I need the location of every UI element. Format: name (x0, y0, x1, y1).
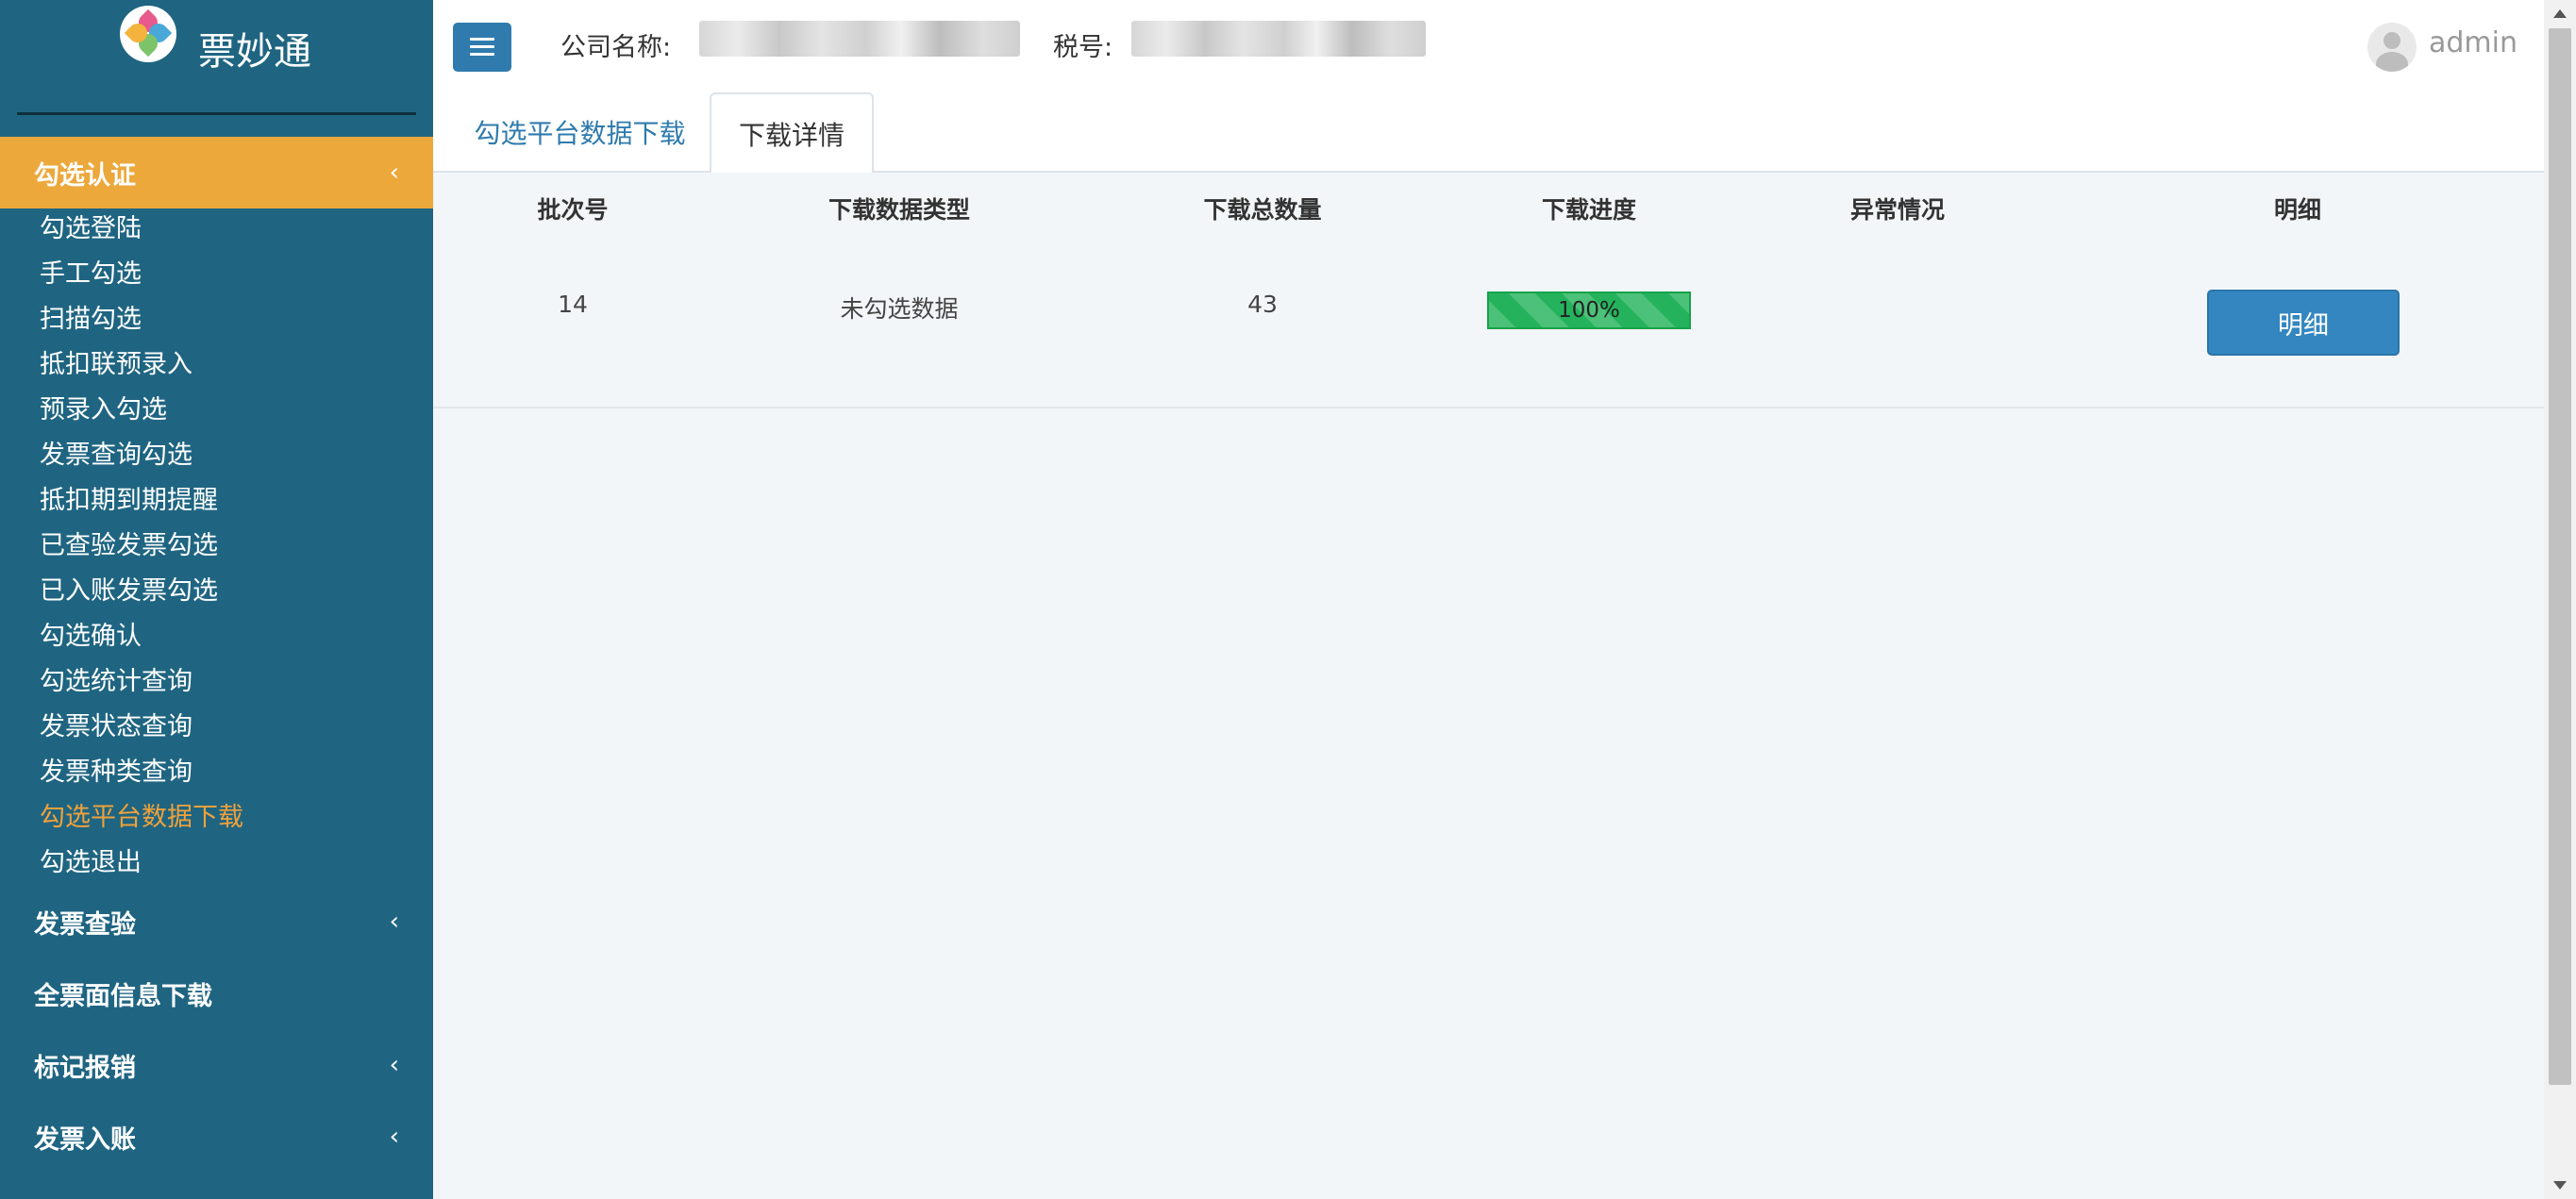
sidebar-item-deduction-pre-entry[interactable]: 抵扣联预录入 (40, 346, 192, 384)
brand: 票妙通 (0, 0, 433, 117)
sidebar-item-check-stats-query[interactable]: 勾选统计查询 (40, 663, 192, 701)
sidebar-item-pre-entry-check[interactable]: 预录入勾选 (40, 391, 167, 429)
tax-number-label: 税号: (1053, 33, 1113, 62)
sidebar-section-mark-reimburse[interactable]: 标记报销 ‹ (0, 1029, 433, 1101)
detail-button[interactable]: 明细 (2207, 290, 2400, 356)
chevron-left-icon: ‹ (389, 1123, 399, 1151)
cell-data-type: 未勾选数据 (840, 295, 959, 323)
scroll-down-arrow-icon[interactable] (2553, 1181, 2567, 1190)
tax-number-redacted (1131, 21, 1426, 57)
column-header-detail: 明细 (2273, 196, 2322, 224)
sidebar-section-invoice-verify[interactable]: 发票查验 ‹ (0, 886, 433, 958)
chevron-left-icon: ‹ (389, 908, 399, 936)
download-progress-bar: 100% (1487, 291, 1691, 329)
sidebar: 票妙通 勾选认证 ‹ 勾选登陆 手工勾选 扫描勾选 抵扣联预录入 预录入勾选 发… (0, 0, 433, 1199)
sidebar-item-invoice-status-query[interactable]: 发票状态查询 (40, 708, 192, 746)
sidebar-item-verified-invoice-check[interactable]: 已查验发票勾选 (40, 527, 218, 565)
company-name-redacted (699, 21, 1020, 57)
tab-platform-data-download[interactable]: 勾选平台数据下载 (450, 91, 710, 173)
sidebar-section-label: 发票入账 (34, 1124, 136, 1155)
sidebar-item-invoice-query-check[interactable]: 发票查询勾选 (40, 437, 192, 475)
sidebar-item-scan-check[interactable]: 扫描勾选 (40, 301, 142, 339)
hamburger-icon (470, 38, 494, 57)
sidebar-item-invoice-type-query[interactable]: 发票种类查询 (40, 754, 192, 791)
sidebar-item-deduction-expiry-reminder[interactable]: 抵扣期到期提醒 (40, 482, 218, 520)
sidebar-item-check-exit[interactable]: 勾选退出 (40, 844, 142, 882)
cell-total: 43 (1247, 291, 1278, 318)
column-header-exception: 异常情况 (1849, 196, 1946, 224)
chevron-left-icon: ‹ (389, 158, 399, 187)
sidebar-section-check-auth[interactable]: 勾选认证 ‹ (0, 137, 433, 208)
tab-download-details[interactable]: 下载详情 (710, 92, 874, 175)
sidebar-section-invoice-booking[interactable]: 发票入账 ‹ (0, 1101, 433, 1173)
company-name-label: 公司名称: (560, 33, 672, 62)
column-header-batch: 批次号 (537, 196, 609, 224)
cell-batch: 14 (558, 291, 588, 318)
sidebar-section-label: 全票面信息下载 (34, 981, 212, 1011)
sidebar-section-label: 标记报销 (34, 1053, 136, 1083)
brand-divider (17, 112, 416, 115)
logo-icon (120, 6, 176, 62)
brand-name: 票妙通 (198, 30, 311, 74)
progress-label: 100% (1558, 298, 1620, 323)
sidebar-section-label: 发票查验 (34, 909, 136, 940)
vertical-scrollbar[interactable] (2544, 0, 2576, 1199)
scroll-up-arrow-icon[interactable] (2553, 9, 2567, 18)
username[interactable]: admin (2429, 26, 2517, 59)
sidebar-item-manual-check[interactable]: 手工勾选 (40, 256, 142, 293)
tab-bar: 勾选平台数据下载 下载详情 (433, 91, 2544, 175)
chevron-left-icon: ‹ (389, 1051, 399, 1079)
sidebar-section-label: 勾选认证 (34, 160, 136, 191)
scroll-thumb[interactable] (2549, 28, 2571, 1085)
sidebar-item-booked-invoice-check[interactable]: 已入账发票勾选 (40, 573, 218, 610)
sidebar-section-full-info-download[interactable]: 全票面信息下载 (0, 958, 433, 1029)
top-header: 公司名称: 税号: admin (433, 0, 2544, 91)
sidebar-toggle-button[interactable] (453, 23, 511, 72)
download-detail-table: 批次号 下载数据类型 下载总数量 下载进度 异常情况 明细 14 未勾选数据 4… (433, 173, 2544, 408)
sidebar-item-platform-data-download[interactable]: 勾选平台数据下载 (40, 799, 243, 837)
sidebar-item-check-confirm[interactable]: 勾选确认 (40, 618, 142, 656)
column-header-data-type: 下载数据类型 (828, 196, 971, 224)
column-header-total: 下载总数量 (1203, 196, 1322, 224)
avatar-icon[interactable] (2367, 23, 2417, 72)
sidebar-item-check-login[interactable]: 勾选登陆 (40, 210, 142, 248)
column-header-progress: 下载进度 (1541, 196, 1637, 224)
